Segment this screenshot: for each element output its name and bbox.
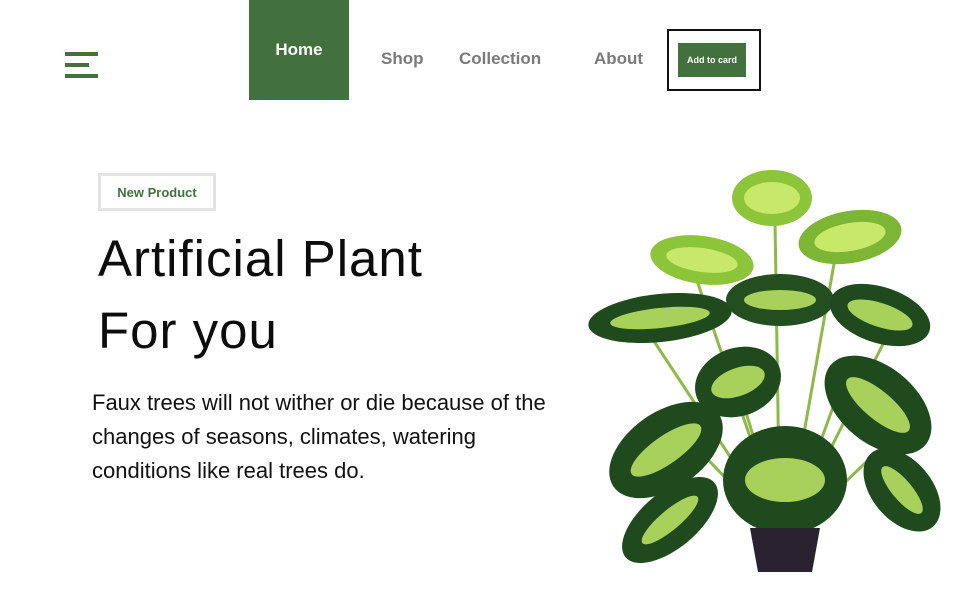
nav-home[interactable]: Home <box>249 0 349 100</box>
add-to-card-button[interactable]: Add to card <box>678 43 746 77</box>
menu-bar <box>65 52 98 56</box>
nav-about[interactable]: About <box>594 49 643 69</box>
menu-bar <box>65 63 89 67</box>
plant-leaves <box>588 170 941 564</box>
plant-image <box>588 170 941 572</box>
hero-title-line2: For you <box>98 302 278 359</box>
nav-shop[interactable]: Shop <box>381 49 424 69</box>
plant-pot <box>750 528 820 572</box>
menu-bar <box>65 74 98 78</box>
hero-description: Faux trees will not wither or die becaus… <box>92 390 546 483</box>
hamburger-menu-icon[interactable] <box>65 52 98 80</box>
nav-collection[interactable]: Collection <box>459 49 541 69</box>
new-product-badge: New Product <box>98 173 216 211</box>
hero-title-line1: Artificial Plant <box>98 230 423 287</box>
